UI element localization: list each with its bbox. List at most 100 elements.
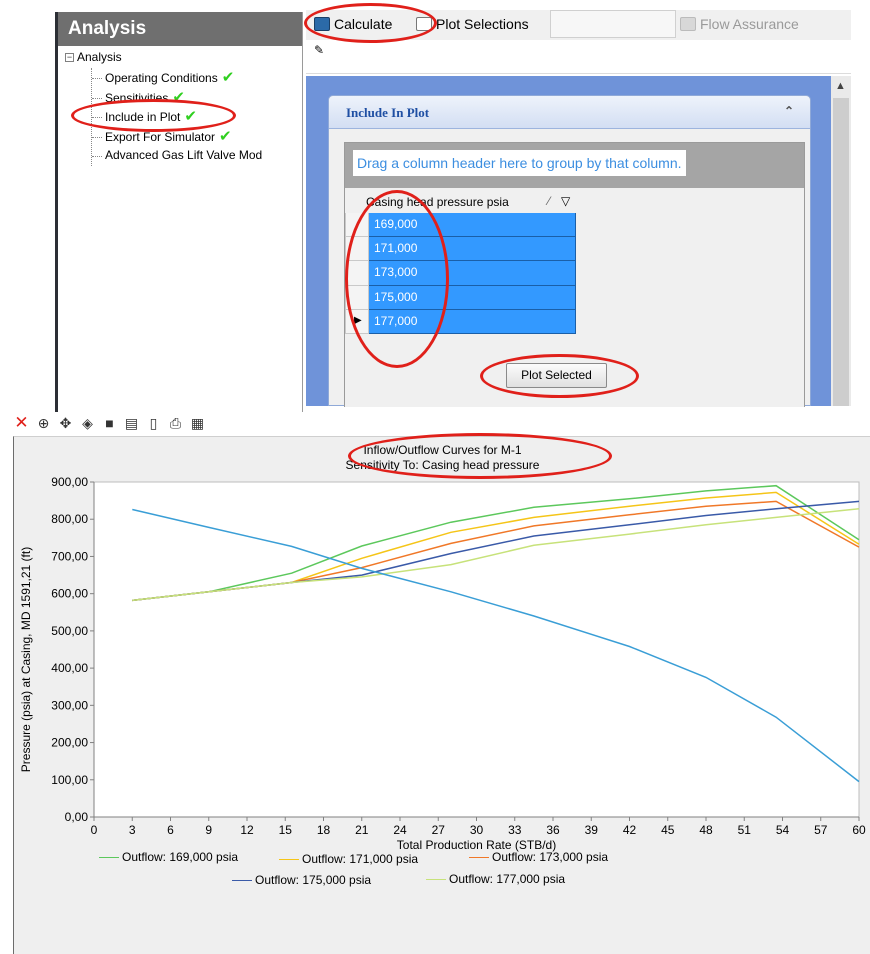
row-indicator[interactable] xyxy=(345,213,369,238)
y-tick-label: 400,00 xyxy=(51,661,88,675)
mini-report-icon[interactable]: ▤ xyxy=(122,414,141,432)
x-tick-label: 45 xyxy=(661,823,675,837)
inflow-outflow-chart: 0,00 100,00 200,00 300,00 400,00 500,00 600,00… xyxy=(19,475,866,852)
y-tick-label: 900,00 xyxy=(51,475,88,489)
y-tick-label: 600,00 xyxy=(51,587,88,601)
row-indicator[interactable] xyxy=(345,237,369,262)
include-in-plot-header[interactable]: Include In Plot ⌃ xyxy=(329,96,810,129)
tree-item-include-in-plot[interactable]: Include in Plot ✔ xyxy=(92,107,262,127)
tree-item-operating-conditions[interactable]: Operating Conditions ✔ xyxy=(92,68,262,88)
tag-icon[interactable]: ◈ xyxy=(78,414,97,432)
calculate-label: Calculate xyxy=(334,16,393,32)
x-tick-label: 48 xyxy=(699,823,713,837)
scroll-up-icon[interactable]: ▲ xyxy=(835,80,846,92)
collapse-tree-icon[interactable]: − xyxy=(65,53,74,62)
zoom-select-icon[interactable]: ⊕ xyxy=(34,414,53,432)
print-icon[interactable]: ⎙ xyxy=(166,414,185,432)
pressure-cell[interactable]: 175,000 xyxy=(369,285,576,310)
column-header-casing-head-pressure[interactable]: Casing head pressure psia ⁄ ▽ xyxy=(361,193,577,211)
close-icon[interactable]: ✕ xyxy=(12,414,31,432)
table-row[interactable]: 169,000 xyxy=(345,213,576,238)
y-axis-label: Pressure (psia) at Casing, MD 1591,21 (f… xyxy=(19,547,33,772)
plot-selected-button[interactable]: Plot Selected xyxy=(506,363,607,388)
current-row-arrow-icon: ▶ xyxy=(354,314,362,326)
table-row[interactable]: 171,000 xyxy=(345,237,576,262)
y-tick-label: 300,00 xyxy=(51,698,88,712)
x-tick-label: 33 xyxy=(508,823,522,837)
checkmark-icon: ✔ xyxy=(221,69,235,86)
x-tick-label: 36 xyxy=(546,823,560,837)
y-tick-label: 100,00 xyxy=(51,773,88,787)
save-icon[interactable]: ■ xyxy=(100,414,119,432)
tree-item-sensitivities[interactable]: Sensitivities ✔ xyxy=(92,88,262,108)
tree-root-node[interactable]: − Analysis xyxy=(65,50,122,64)
table-row[interactable]: 175,000 xyxy=(345,285,576,310)
pressure-cell[interactable]: 173,000 xyxy=(369,261,576,286)
tree-item-label: Sensitivities xyxy=(105,90,169,105)
x-tick-label: 57 xyxy=(814,823,828,837)
scroll-thumb[interactable] xyxy=(833,98,849,406)
sort-icon[interactable]: ⁄ xyxy=(548,194,550,208)
pressure-cell[interactable]: 171,000 xyxy=(369,237,576,262)
tree-item-label: Advanced Gas Lift Valve Mod xyxy=(105,148,263,163)
x-tick-label: 12 xyxy=(240,823,254,837)
table-row[interactable]: 173,000 xyxy=(345,261,576,286)
pressure-cell[interactable]: 177,000 xyxy=(369,309,576,334)
tree-item-export-for-simulator[interactable]: Export For Simulator ✔ xyxy=(92,127,262,147)
y-tick-label: 700,00 xyxy=(51,549,88,563)
y-tick-label: 0,00 xyxy=(65,810,89,824)
chart-area: 0,00 100,00 200,00 300,00 400,00 500,00 600,00… xyxy=(13,436,870,954)
flow-assurance-icon xyxy=(680,17,696,31)
x-tick-label: 9 xyxy=(205,823,212,837)
row-indicator[interactable]: ▶ xyxy=(345,309,369,334)
secondary-toolbar: ✎ xyxy=(306,40,851,74)
x-tick-label: 60 xyxy=(852,823,866,837)
tree-item-label: Operating Conditions xyxy=(105,71,218,85)
plot-selections-icon xyxy=(416,17,432,31)
pressure-cell[interactable]: 169,000 xyxy=(369,213,576,238)
calculate-button[interactable]: Calculate xyxy=(314,16,392,32)
filter-icon[interactable]: ▽ xyxy=(561,194,570,208)
collapse-panel-icon[interactable]: ⌃ xyxy=(784,104,794,119)
xy-axis-icon[interactable]: ✥ xyxy=(56,414,75,432)
column-header-label: Casing head pressure psia xyxy=(366,195,509,209)
table-icon[interactable]: ▦ xyxy=(188,414,207,432)
tree-item-label: Export For Simulator xyxy=(105,129,216,144)
x-tick-label: 15 xyxy=(279,823,293,837)
include-in-plot-panel: Include In Plot ⌃ Drag a column header h… xyxy=(328,95,811,407)
x-tick-label: 54 xyxy=(776,823,790,837)
checkmark-icon: ✔ xyxy=(172,88,185,106)
flow-assurance-button[interactable]: Flow Assurance xyxy=(680,16,799,32)
checkmark-icon: ✔ xyxy=(184,108,197,126)
calculator-icon xyxy=(314,17,330,31)
table-row[interactable]: ▶ 177,000 xyxy=(345,309,576,334)
chart-subtitle: Sensitivity To: Casing head pressure xyxy=(345,458,540,472)
pin-icon[interactable]: ✎ xyxy=(314,43,324,57)
group-by-bar[interactable]: Drag a column header here to group by th… xyxy=(345,143,804,188)
row-indicator[interactable] xyxy=(345,261,369,286)
checkmark-icon: ✔ xyxy=(219,127,232,145)
y-tick-label: 500,00 xyxy=(51,624,88,638)
x-tick-label: 24 xyxy=(393,823,407,837)
tree-items: Operating Conditions ✔ Sensitivities ✔ Inc… xyxy=(91,68,262,166)
chart-title: Inflow/Outflow Curves for M-1 xyxy=(363,443,522,457)
grid-rows: 169,000 171,000 173,000 175,000 ▶ 177,000 xyxy=(345,213,576,334)
row-indicator[interactable] xyxy=(345,285,369,310)
x-tick-label: 6 xyxy=(167,823,174,837)
vertical-scrollbar[interactable]: ▲ xyxy=(831,76,851,406)
x-tick-label: 21 xyxy=(355,823,369,837)
app-root: Analysis − Analysis Operating Conditions ✔… xyxy=(0,0,870,954)
x-tick-label: 3 xyxy=(129,823,136,837)
x-tick-label: 51 xyxy=(738,823,752,837)
x-axis-label: Total Production Rate (STB/d) xyxy=(397,838,556,852)
x-tick-label: 42 xyxy=(623,823,637,837)
x-tick-label: 30 xyxy=(470,823,484,837)
x-tick-label: 18 xyxy=(317,823,331,837)
flow-assurance-label: Flow Assurance xyxy=(700,16,799,32)
chart-toolbar: ✕ ⊕ ✥ ◈ ■ ▤ ▯ ⎙ ▦ xyxy=(12,412,207,434)
export-icon[interactable]: ▯ xyxy=(144,414,163,432)
x-tick-label: 27 xyxy=(432,823,446,837)
plot-selections-label: Plot Selections xyxy=(436,16,529,32)
plot-selections-button[interactable]: Plot Selections xyxy=(416,16,529,32)
tree-item-advanced-gas-lift[interactable]: Advanced Gas Lift Valve Mod xyxy=(92,146,262,166)
